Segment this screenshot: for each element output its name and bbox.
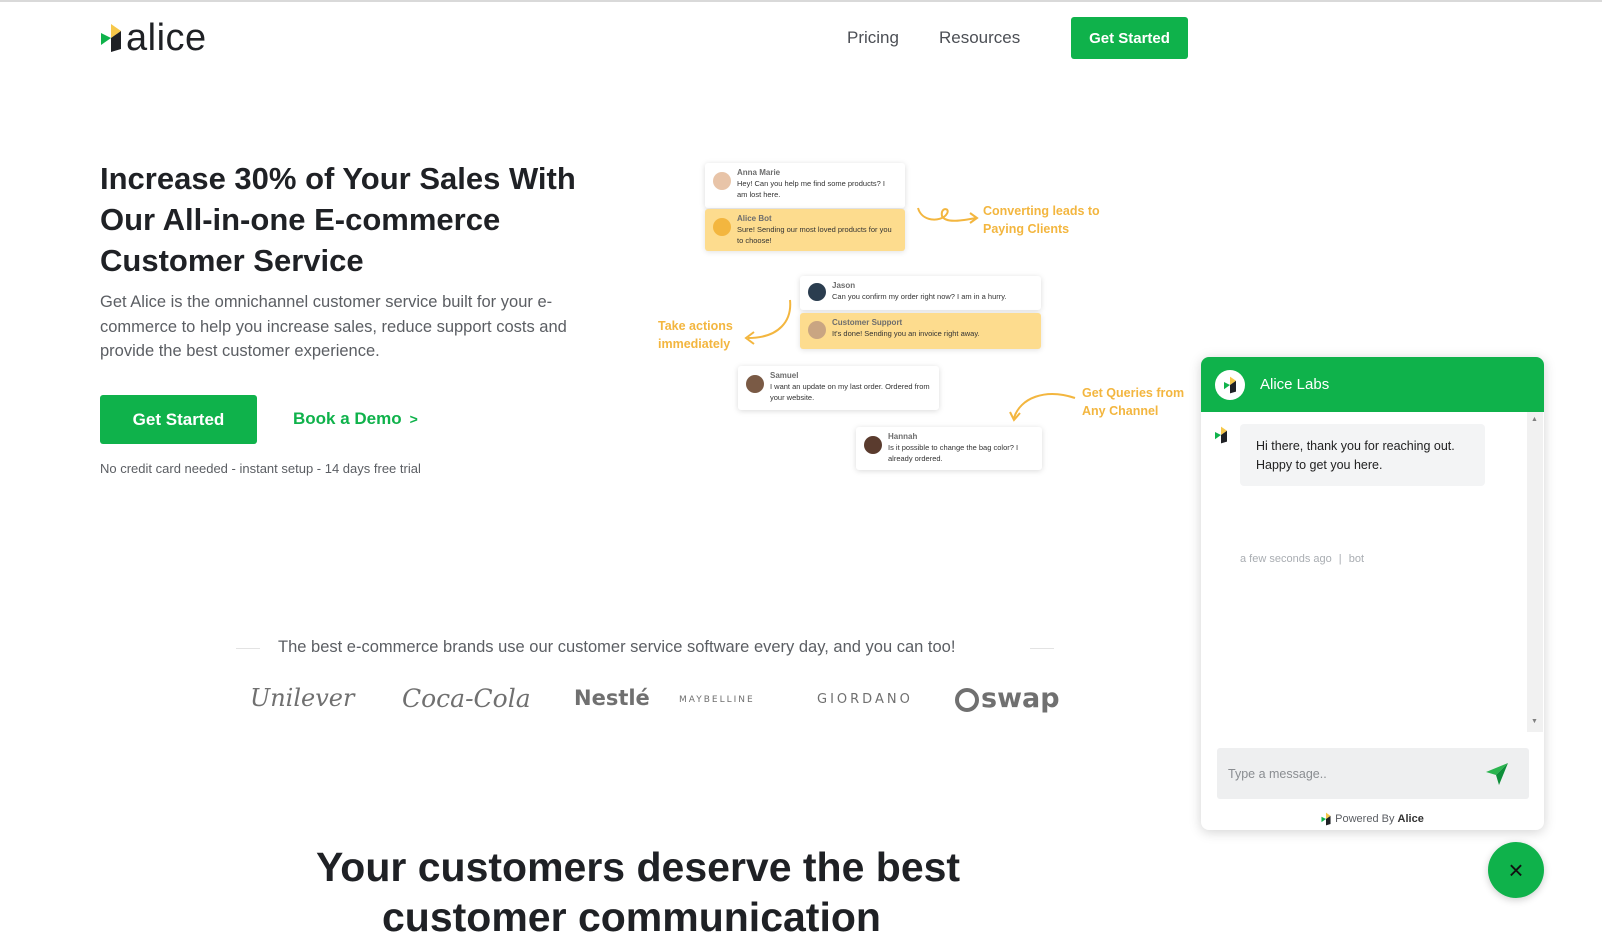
send-icon[interactable] — [1484, 761, 1510, 787]
brand-logo-unilever: Unilever — [250, 684, 355, 712]
card-message: It's done! Sending you an invoice right … — [832, 329, 980, 338]
avatar — [713, 172, 731, 190]
header-get-started-button[interactable]: Get Started — [1071, 17, 1188, 59]
card-name: Alice Bot — [737, 214, 772, 223]
alice-logo[interactable]: alice — [100, 18, 207, 58]
chat-card: Anna Marie Hey! Can you help me find som… — [705, 163, 905, 208]
top-border — [0, 0, 1602, 2]
chevron-right-icon: > — [409, 411, 418, 427]
card-message: Can you confirm my order right now? I am… — [832, 292, 1007, 301]
message-sender: bot — [1348, 553, 1365, 565]
avatar — [808, 321, 826, 339]
close-chat-button[interactable]: × — [1488, 842, 1544, 898]
card-name: Hannah — [888, 432, 918, 441]
scroll-down-icon[interactable]: ▼ — [1531, 718, 1538, 725]
message-input[interactable] — [1217, 748, 1529, 799]
book-demo-label: Book a Demo — [293, 409, 402, 428]
chat-card: Customer Support It's done! Sending you … — [800, 313, 1041, 349]
chat-card: Samuel I want an update on my last order… — [738, 366, 939, 410]
section-title-line1: Your customers deserve the best — [316, 844, 961, 890]
bot-avatar-icon — [1215, 426, 1227, 444]
logo-text: alice — [126, 17, 207, 59]
brand-logo-nestle: Nestlé — [574, 686, 650, 710]
bot-message-bubble: Hi there, thank you for reaching out. Ha… — [1240, 424, 1485, 486]
powered-by-label: Powered By — [1335, 812, 1395, 825]
brands-caption: The best e-commerce brands use our custo… — [278, 638, 956, 656]
brand-logo-giordano: GIORDANO — [817, 692, 913, 707]
card-message: Sure! Sending our most loved products fo… — [737, 225, 892, 245]
section-title: Your customers deserve the best customer… — [316, 843, 1016, 940]
chat-widget: Alice Labs Hi there, thank you for reach… — [1201, 357, 1544, 830]
annotation-converting: Converting leads to Paying Clients — [983, 204, 1100, 236]
nav-resources[interactable]: Resources — [939, 28, 1020, 48]
chat-messages[interactable]: Hi there, thank you for reaching out. Ha… — [1201, 412, 1544, 732]
alice-logo-icon — [1224, 376, 1236, 394]
nav-pricing[interactable]: Pricing — [847, 28, 899, 48]
card-message: Is it possible to change the bag color? … — [888, 443, 1019, 463]
card-name: Customer Support — [832, 318, 903, 327]
chat-header: Alice Labs — [1201, 357, 1544, 412]
alice-small-logo-icon — [1321, 812, 1331, 826]
card-message: Hey! Can you help me find some products?… — [737, 179, 885, 199]
hero-description: Get Alice is the omnichannel customer se… — [100, 293, 567, 360]
meta-separator: | — [1338, 553, 1342, 565]
hero-get-started-button[interactable]: Get Started — [100, 395, 257, 444]
close-icon: × — [1508, 854, 1524, 885]
avatar — [864, 436, 882, 454]
avatar — [746, 375, 764, 393]
brand-logo-swap: swap — [955, 683, 1060, 714]
card-name: Samuel — [770, 371, 799, 380]
powered-by-brand: Alice — [1397, 812, 1424, 825]
divider-right — [1030, 648, 1054, 649]
brand-logo-maybelline: MAYBELLINE — [679, 695, 755, 705]
scroll-up-icon[interactable]: ▲ — [1531, 416, 1538, 423]
powered-by: Powered By Alice — [1201, 812, 1544, 826]
swap-logo-text: swap — [981, 683, 1060, 714]
chat-card: Hannah Is it possible to change the bag … — [856, 427, 1042, 470]
chat-avatar — [1215, 370, 1245, 400]
swap-logo-icon — [955, 687, 979, 712]
brand-logo-coca-cola: Coca-Cola — [402, 684, 531, 713]
book-demo-link[interactable]: Book a Demo > — [293, 409, 418, 429]
card-message: I want an update on my last order. Order… — [770, 382, 930, 402]
chat-scrollbar[interactable] — [1527, 412, 1543, 732]
annotation-actions: Take actions immediately — [658, 319, 733, 351]
message-timestamp: a few seconds ago — [1240, 553, 1332, 565]
trial-note: No credit card needed - instant setup - … — [100, 461, 421, 476]
chat-card: Alice Bot Sure! Sending our most loved p… — [705, 209, 905, 251]
hero-title: Increase 30% of Your Sales With Our All-… — [100, 161, 576, 278]
logo-mark-icon — [101, 24, 121, 52]
message-meta: a few seconds ago | bot — [1240, 553, 1364, 565]
section-title-line2: customer communication — [382, 894, 881, 940]
avatar — [713, 218, 731, 236]
divider-left — [236, 648, 260, 649]
chat-title: Alice Labs — [1260, 376, 1330, 393]
card-name: Anna Marie — [737, 168, 781, 177]
card-name: Jason — [832, 281, 856, 290]
avatar — [808, 283, 826, 301]
chat-card: Jason Can you confirm my order right now… — [800, 276, 1041, 310]
annotation-queries: Get Queries from Any Channel — [1082, 386, 1185, 418]
